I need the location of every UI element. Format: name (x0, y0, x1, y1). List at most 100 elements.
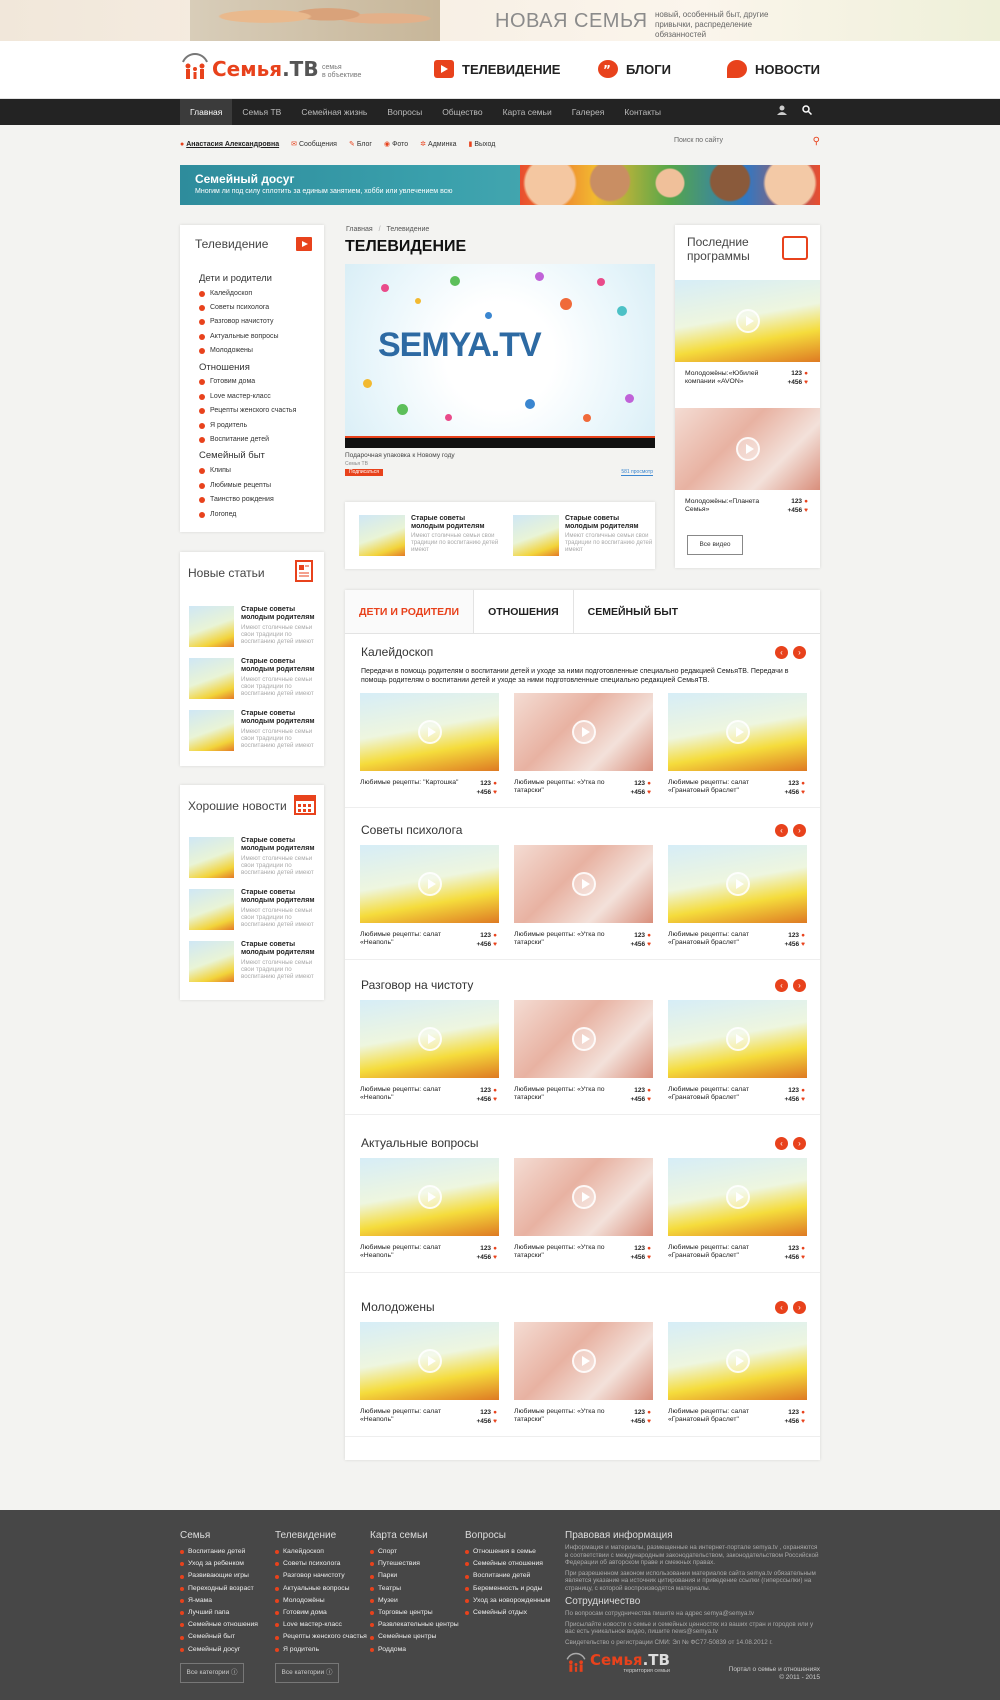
list-item[interactable]: Старые советы молодым родителям Имеют сто… (189, 606, 317, 658)
footer-link[interactable]: Воспитание детей (180, 1546, 258, 1558)
video-caption[interactable]: Любимые рецепты: «Утка по татарски" (514, 931, 614, 947)
play-icon[interactable] (417, 1349, 442, 1373)
video-caption[interactable]: Любимые рецепты: "Картошка" (360, 779, 460, 787)
sidebar-item[interactable]: Разговор начистоту (199, 318, 273, 325)
footer-link[interactable]: Музеи (370, 1595, 459, 1607)
list-item[interactable]: Старые советы молодым родителям Имеют сто… (189, 941, 317, 993)
play-icon[interactable] (571, 720, 596, 744)
video-caption[interactable]: Любимые рецепты: «Утка по татарски" (514, 1086, 614, 1102)
video-caption[interactable]: Любимые рецепты: салат «Неаполь" (360, 1086, 460, 1102)
video-caption[interactable]: Любимые рецепты: салат «Гранатовый брасл… (668, 779, 768, 795)
footer-link[interactable]: Уход за новорожденным (465, 1595, 550, 1607)
video-tile[interactable]: Любимые рецепты: «Утка по татарски" 123 ● +… (514, 1000, 653, 1103)
video-tile[interactable]: Любимые рецепты: салат «Неаполь" 123 ● +456… (360, 1158, 499, 1261)
footer-link[interactable]: Торговые центры (370, 1607, 459, 1619)
footer-link[interactable]: Готовим дома (275, 1607, 367, 1619)
video-controls[interactable] (345, 438, 655, 448)
footer-link[interactable]: Беременность и роды (465, 1583, 550, 1595)
search-input[interactable]: Поиск по сайту (674, 137, 723, 144)
footer-column-title[interactable]: Карта семьи (370, 1530, 459, 1541)
footer-link[interactable]: Семейный быт (180, 1631, 258, 1643)
list-item[interactable]: Старые советы молодым родителям Имеют сто… (189, 658, 317, 710)
chevron-right-icon[interactable]: › (793, 979, 806, 992)
sidebar-item[interactable]: Советы психолога (199, 304, 269, 311)
chevron-left-icon[interactable]: ‹ (775, 646, 788, 659)
footer-link[interactable]: Развлекательные центры (370, 1619, 459, 1631)
play-icon[interactable] (571, 1027, 596, 1051)
list-item[interactable]: Старые советы молодым родителям Имеют сто… (189, 889, 317, 941)
footer-link[interactable]: Отношения в семье (465, 1546, 550, 1558)
footer-link[interactable]: Актуальные вопросы (275, 1583, 367, 1595)
tab-relationships[interactable]: ОТНОШЕНИЯ (474, 590, 574, 633)
sidebar-item[interactable]: Калейдоскоп (199, 290, 252, 297)
footer-link[interactable]: Семейные центры (370, 1631, 459, 1643)
all-videos-button[interactable]: Все видео (687, 535, 743, 555)
program-thumbnail[interactable] (675, 280, 820, 362)
chevron-left-icon[interactable]: ‹ (775, 1301, 788, 1314)
play-icon[interactable] (417, 1027, 442, 1051)
search-icon[interactable]: ⚲ (813, 136, 820, 147)
video-thumbnail[interactable] (360, 1000, 499, 1078)
sidebar-item[interactable]: Love мастер-класс (199, 393, 271, 400)
chevron-left-icon[interactable]: ‹ (775, 979, 788, 992)
video-thumbnail[interactable] (514, 1322, 653, 1400)
video-thumbnail[interactable] (514, 1000, 653, 1078)
sidebar-item[interactable]: Клипы (199, 467, 231, 474)
footer-link[interactable]: Путешествия (370, 1558, 459, 1570)
program-caption[interactable]: Молодожёны:«Юбилей компании «AVON» (685, 370, 775, 386)
sidebar-item[interactable]: Любимые рецепты (199, 482, 271, 489)
tab-family-life[interactable]: СЕМЕЙНЫЙ БЫТ (574, 590, 692, 633)
user-profile-link[interactable]: ● Анастасия Александровна (180, 141, 279, 148)
list-item[interactable]: Старые советы молодым родителям Имеют сто… (189, 837, 317, 889)
video-thumbnail[interactable] (668, 845, 807, 923)
nav-television[interactable]: ТЕЛЕВИДЕНИЕ (434, 60, 560, 78)
sidebar-item[interactable]: Рецепты женского счастья (199, 407, 296, 414)
footer-link[interactable]: Лучший папа (180, 1607, 258, 1619)
video-thumbnail[interactable] (668, 1322, 807, 1400)
footer-link[interactable]: Переходный возраст (180, 1583, 258, 1595)
sidebar-item[interactable]: Актуальные вопросы (199, 333, 279, 340)
video-tile[interactable]: Любимые рецепты: «Утка по татарски" 123 ● +… (514, 845, 653, 948)
footer-link[interactable]: Я родитель (275, 1644, 367, 1656)
play-icon[interactable] (725, 720, 750, 744)
all-categories-button[interactable]: Все категории ⓘ (275, 1663, 339, 1683)
section-title[interactable]: Калейдоскоп (361, 645, 433, 659)
video-caption[interactable]: Любимые рецепты: «Утка по татарски" (514, 1244, 614, 1260)
program-thumbnail[interactable] (675, 408, 820, 490)
video-thumbnail[interactable] (668, 1158, 807, 1236)
video-player[interactable]: SEMYA.TV (345, 264, 655, 448)
program-caption[interactable]: Молодожёны:«Планета Семья» (685, 498, 775, 514)
video-caption[interactable]: Любимые рецепты: салат «Неаполь" (360, 931, 460, 947)
sidebar-group[interactable]: Семейный быт (199, 450, 265, 461)
play-icon[interactable] (725, 872, 750, 896)
video-tile[interactable]: Любимые рецепты: салат «Неаполь" 123 ● +456… (360, 845, 499, 948)
video-thumbnail[interactable] (360, 693, 499, 771)
menu-item-family-map[interactable]: Карта семьи (493, 99, 562, 125)
sidebar-group[interactable]: Дети и родители (199, 273, 272, 284)
video-caption[interactable]: Любимые рецепты: «Утка по татарски" (514, 779, 614, 795)
video-tile[interactable]: Любимые рецепты: салат «Гранатовый брасл… (668, 1158, 807, 1261)
video-thumbnail[interactable] (360, 845, 499, 923)
footer-link[interactable]: Love мастер-класс (275, 1619, 367, 1631)
play-icon[interactable] (735, 309, 760, 333)
video-tile[interactable]: Любимые рецепты: салат «Гранатовый брасл… (668, 693, 807, 796)
nav-news[interactable]: НОВОСТИ (727, 60, 820, 78)
chevron-right-icon[interactable]: › (793, 824, 806, 837)
footer-link[interactable]: Семейные отношения (180, 1619, 258, 1631)
photo-link[interactable]: ◉ Фото (384, 140, 408, 148)
section-title[interactable]: Молодожены (361, 1300, 435, 1314)
chevron-right-icon[interactable]: › (793, 1301, 806, 1314)
play-icon[interactable] (571, 872, 596, 896)
play-icon[interactable] (725, 1185, 750, 1209)
video-caption[interactable]: Любимые рецепты: салат «Неаполь" (360, 1408, 460, 1424)
section-title[interactable]: Советы психолога (361, 823, 462, 837)
menu-item-questions[interactable]: Вопросы (377, 99, 432, 125)
chevron-left-icon[interactable]: ‹ (775, 824, 788, 837)
video-thumbnail[interactable] (668, 1000, 807, 1078)
footer-link[interactable]: Семейный досуг (180, 1644, 258, 1656)
site-search[interactable]: Поиск по сайту ⚲ (674, 136, 820, 151)
sidebar-item[interactable]: Готовим дома (199, 378, 255, 385)
footer-link[interactable]: Я-мама (180, 1595, 258, 1607)
play-icon[interactable] (417, 872, 442, 896)
list-item[interactable]: Старые советы молодым родителям Имеют сто… (189, 710, 317, 762)
